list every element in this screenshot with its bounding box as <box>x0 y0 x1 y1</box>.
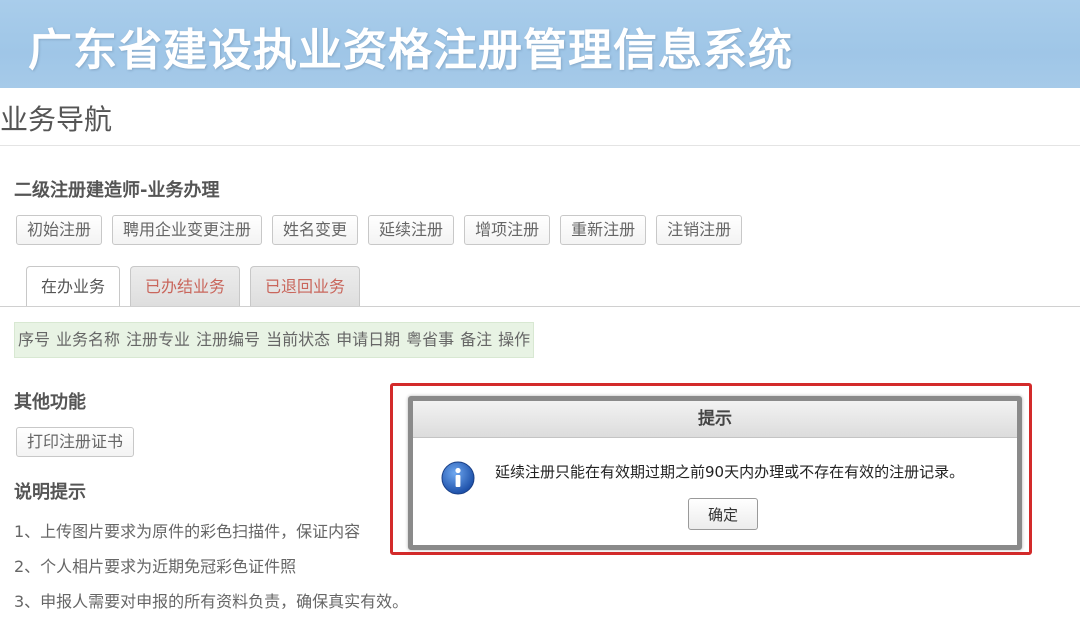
column-header-yueshengshi: 粤省事 <box>406 330 455 349</box>
tab-baseline <box>0 306 1080 307</box>
column-header-registration-number: 注册编号 <box>196 330 261 349</box>
other-functions-title: 其他功能 <box>14 392 86 413</box>
tab-completed[interactable]: 已办结业务 <box>130 266 241 306</box>
dialog-title: 提示 <box>413 401 1017 438</box>
column-header-actions: 操作 <box>498 330 531 349</box>
ok-button[interactable]: 确定 <box>688 498 758 530</box>
note-item-3: 3、申报人需要对申报的所有资料负责，确保真实有效。 <box>14 592 409 611</box>
business-section-title: 二级注册建造师-业务办理 <box>14 180 220 201</box>
column-header-apply-date: 申请日期 <box>336 330 401 349</box>
table-header-row: 序号 业务名称 注册专业 注册编号 当前状态 申请日期 粤省事 备注 操作 <box>14 322 535 358</box>
info-icon <box>441 461 475 495</box>
column-header-index: 序号 <box>18 330 51 349</box>
tab-returned[interactable]: 已退回业务 <box>250 266 361 306</box>
dialog-message: 延续注册只能在有效期过期之前90天内办理或不存在有效的注册记录。 <box>495 463 965 481</box>
business-tabs: 在办业务 已办结业务 已退回业务 <box>26 266 361 307</box>
nav-title: 业务导航 <box>0 103 113 136</box>
notes-title: 说明提示 <box>14 482 86 503</box>
cancel-registration-button[interactable]: 注销注册 <box>656 215 743 245</box>
re-registration-button[interactable]: 重新注册 <box>560 215 647 245</box>
note-item-1: 1、上传图片要求为原件的彩色扫描件，保证内容 <box>14 522 361 541</box>
print-certificate-button[interactable]: 打印注册证书 <box>16 427 135 457</box>
name-change-button[interactable]: 姓名变更 <box>272 215 359 245</box>
tab-in-progress[interactable]: 在办业务 <box>26 266 121 307</box>
column-header-business-name: 业务名称 <box>56 330 121 349</box>
note-item-2: 2、个人相片要求为近期免冠彩色证件照 <box>14 557 297 576</box>
column-header-remarks: 备注 <box>460 330 493 349</box>
system-title: 广东省建设执业资格注册管理信息系统 <box>28 25 793 76</box>
renewal-registration-button[interactable]: 延续注册 <box>368 215 455 245</box>
employer-change-registration-button[interactable]: 聘用企业变更注册 <box>112 215 263 245</box>
nav-divider <box>0 145 1080 146</box>
column-header-status: 当前状态 <box>266 330 331 349</box>
alert-dialog: 提示 延续注册只能在有效期过期之前90天内办理或不存在有效的注册记录。 确定 <box>408 396 1022 550</box>
initial-registration-button[interactable]: 初始注册 <box>16 215 103 245</box>
column-header-specialty: 注册专业 <box>126 330 191 349</box>
business-button-row: 初始注册 聘用企业变更注册 姓名变更 延续注册 增项注册 重新注册 注销注册 <box>16 215 743 245</box>
note-item-cutoff <box>0 612 1080 625</box>
app-header: 广东省建设执业资格注册管理信息系统 <box>0 0 1080 88</box>
additional-item-registration-button[interactable]: 增项注册 <box>464 215 551 245</box>
